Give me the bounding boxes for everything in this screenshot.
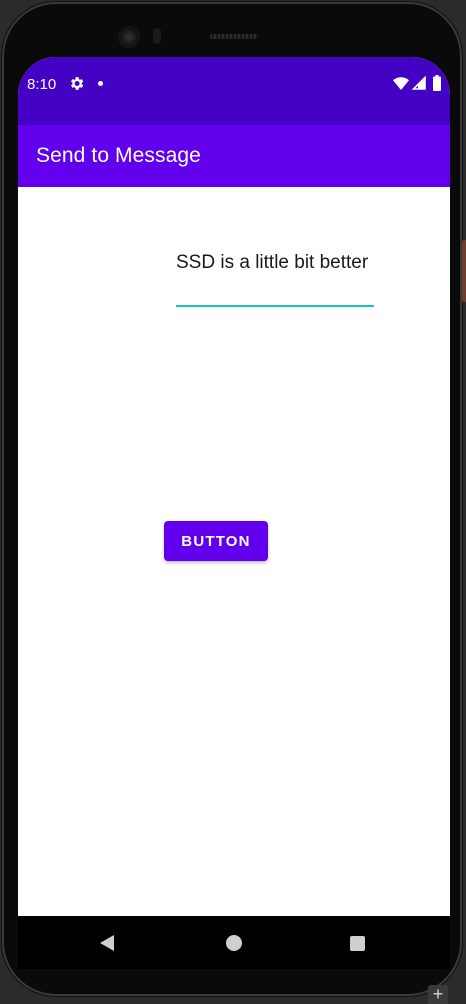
message-input[interactable]: SSD is a little bit better [176,251,374,307]
notification-dot-icon [98,81,103,86]
device-frame: 8:10 Send to Message SSD is a little bit [2,2,462,996]
earpiece-speaker [210,34,258,39]
status-bar: 8:10 [18,57,450,125]
message-input-value[interactable]: SSD is a little bit better [176,251,374,274]
cellular-signal-icon [412,76,426,90]
send-button[interactable]: BUTTON [164,521,268,561]
front-camera-icon [118,26,140,48]
app-bar: Send to Message [18,125,450,187]
gear-icon [71,77,84,90]
phone-screen: 8:10 Send to Message SSD is a little bit [18,57,450,969]
side-volume-button [462,240,466,302]
battery-icon [433,75,441,91]
home-icon[interactable] [226,935,242,951]
back-icon[interactable] [100,935,114,951]
proximity-sensor [153,28,161,44]
navigation-bar [18,916,450,969]
page-title: Send to Message [36,144,201,167]
recents-icon[interactable] [350,936,365,951]
wifi-icon [393,77,409,90]
emulator-add-button[interactable]: + [428,985,448,1004]
status-time: 8:10 [27,76,57,93]
main-content: SSD is a little bit better BUTTON [18,187,450,916]
